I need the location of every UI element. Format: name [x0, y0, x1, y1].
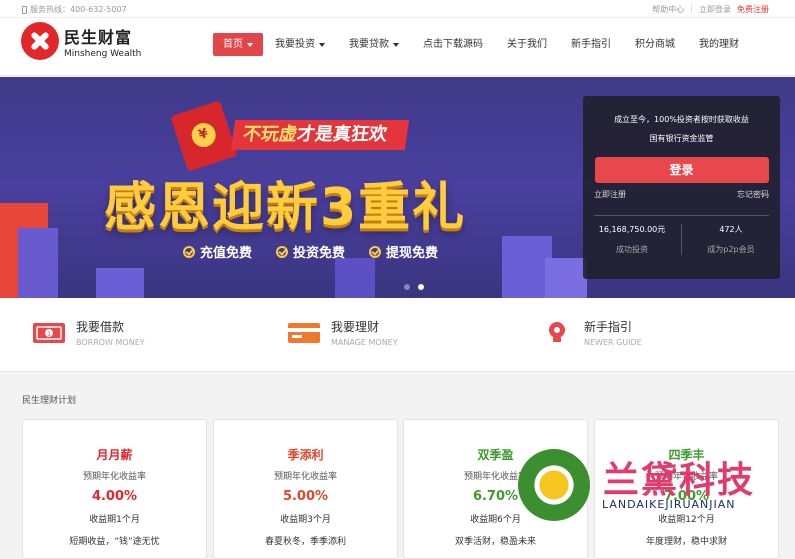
section-title: 民生理财计划: [22, 396, 77, 406]
login-button[interactable]: 登录: [594, 157, 769, 183]
perk-item: 投资免费: [276, 242, 345, 261]
panel-tagline: 成立至今，100%投资者按时获取收益: [614, 115, 749, 124]
top-utility-bar: 服务热线：400-632-5007 帮助中心 | 立即登录 免费注册: [0, 0, 795, 18]
chevron-down-icon: [393, 42, 399, 47]
nav-download-source[interactable]: 点击下载源码: [411, 33, 495, 56]
top-links: 帮助中心 | 立即登录 免费注册: [652, 4, 769, 15]
chevron-down-icon: [319, 42, 325, 47]
login-link[interactable]: 立即登录: [699, 4, 731, 15]
logo-icon: [21, 22, 59, 60]
watermark: 兰黛科技 LANDAIKEJIRUANJIAN: [518, 447, 795, 544]
banner-ribbon: 不玩虚才是真狂欢: [230, 120, 410, 150]
building-decoration: [335, 258, 375, 298]
card-icon: [288, 322, 320, 343]
feature-borrow[interactable]: 1 我要借款 BORROW MONEY: [32, 318, 145, 347]
feature-title: 新手指引: [584, 320, 633, 334]
feature-subtitle: MANAGE MONEY: [331, 338, 398, 347]
money-icon: 1: [33, 322, 65, 343]
plan-term: 收益期3个月: [280, 515, 331, 525]
plan-rate: 5.00%: [282, 489, 329, 504]
header: 民生财富 Minsheng Wealth 首页 我要投资 我要贷款 点击下载源码…: [0, 18, 795, 76]
brand-name-en: Minsheng Wealth: [64, 48, 142, 59]
building-decoration: [545, 258, 587, 298]
hotline-text: 服务热线：400-632-5007: [30, 5, 127, 14]
banner-headline: 感恩迎新3重礼: [104, 178, 467, 238]
feature-manage[interactable]: 我要理财 MANAGE MONEY: [287, 318, 398, 347]
check-circle-icon: [183, 245, 195, 258]
feature-subtitle: BORROW MONEY: [76, 338, 145, 347]
nav-invest[interactable]: 我要投资: [263, 33, 337, 56]
hotline: 服务热线：400-632-5007: [22, 4, 127, 15]
help-center-link[interactable]: 帮助中心: [652, 4, 684, 15]
perk-item: 充值免费: [183, 242, 252, 261]
rate-label: 预期年化收益率: [82, 472, 146, 482]
login-panel: 成立至今，100%投资者按时获取收益 国有银行资金监管 登录 立即注册 忘记密码…: [583, 96, 780, 279]
feature-title: 我要借款: [76, 320, 125, 334]
watermark-text-en: LANDAIKEJIRUANJIAN: [602, 498, 736, 511]
plan-name: 季添利: [287, 448, 324, 462]
main-nav: 首页 我要投资 我要贷款 点击下载源码 关于我们 新手指引 积分商城 我的理财: [213, 33, 751, 56]
plan-name: 月月薪: [96, 448, 133, 462]
rate-label: 预期年化收益率: [273, 472, 337, 482]
perk-item: 提现免费: [369, 242, 438, 261]
stat-members: 472人 成为p2p会员: [681, 224, 780, 255]
nav-points-mall[interactable]: 积分商城: [623, 33, 687, 56]
divider: |: [690, 4, 693, 13]
nav-loan[interactable]: 我要贷款: [337, 33, 411, 56]
feature-subtitle: NEWER GUIDE: [584, 338, 642, 347]
carousel-dots: [404, 284, 424, 290]
panel-subtagline: 国有银行资金监管: [649, 134, 714, 143]
divider: [594, 215, 769, 216]
watermark-logo-icon: [518, 449, 590, 521]
check-circle-icon: [276, 245, 289, 258]
building-decoration: [96, 268, 144, 298]
phone-icon: [22, 5, 27, 14]
nav-home[interactable]: 首页: [213, 33, 263, 56]
feature-guide[interactable]: 新手指引 NEWER GUIDE: [540, 318, 642, 347]
check-circle-icon: [369, 245, 382, 258]
red-envelope-illustration: ¥: [170, 100, 238, 172]
svg-text:1: 1: [47, 331, 51, 338]
building-decoration: [18, 228, 58, 298]
plan-rate: 4.00%: [91, 489, 138, 504]
nav-guide[interactable]: 新手指引: [559, 33, 623, 56]
banner-perks: 充值免费 投资免费 提现免费: [183, 242, 438, 261]
feature-title: 我要理财: [331, 320, 380, 334]
carousel-dot-active[interactable]: [418, 284, 424, 290]
plan-slogan: 春夏秋冬，季季添利: [264, 537, 346, 547]
brand-name-cn: 民生财富: [64, 27, 133, 47]
forgot-password-link[interactable]: 忘记密码: [737, 189, 769, 200]
register-now-link[interactable]: 立即注册: [594, 189, 626, 200]
register-link[interactable]: 免费注册: [737, 4, 769, 15]
carousel-dot[interactable]: [404, 284, 410, 290]
platform-stats: 16,168,750.00元 成功投资 472人 成为p2p会员: [583, 224, 780, 255]
feature-entries: 1 我要借款 BORROW MONEY 我要理财 MANAGE MONEY 新手…: [0, 298, 795, 372]
plan-term: 收益期1个月: [89, 515, 140, 525]
plan-card[interactable]: 月月薪 预期年化收益率 4.00% 收益期1个月 短期收益，“钱”途无忧: [22, 419, 207, 559]
nav-my-finance[interactable]: 我的理财: [687, 33, 751, 56]
chevron-down-icon: [247, 42, 253, 47]
bulb-icon: [549, 321, 565, 342]
plan-slogan: 短期收益，“钱”途无忧: [69, 537, 160, 547]
coin-icon: ¥: [188, 119, 219, 151]
brand-logo[interactable]: 民生财富 Minsheng Wealth: [21, 22, 141, 60]
stat-invested: 16,168,750.00元 成功投资: [598, 225, 666, 254]
nav-about[interactable]: 关于我们: [495, 33, 559, 56]
plan-card[interactable]: 季添利 预期年化收益率 5.00% 收益期3个月 春夏秋冬，季季添利: [213, 419, 398, 559]
watermark-text-cn: 兰黛科技: [603, 460, 756, 501]
